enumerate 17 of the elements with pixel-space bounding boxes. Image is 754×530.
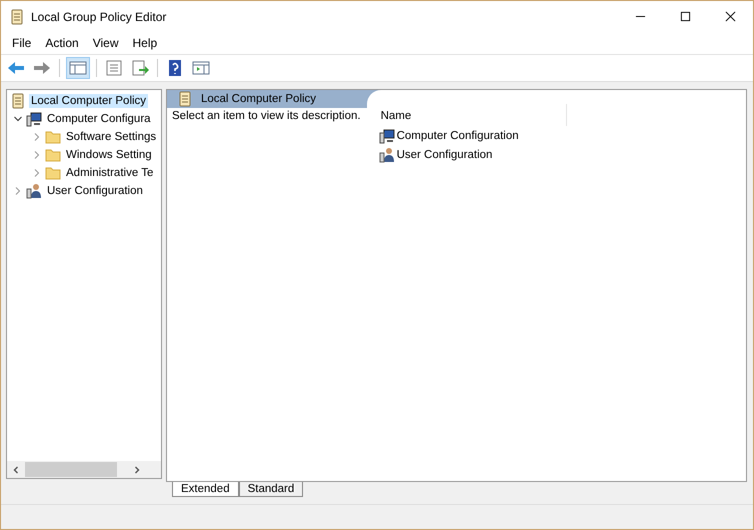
column-header[interactable]: Name <box>380 110 412 122</box>
list-item[interactable]: Computer Configuration <box>366 126 746 145</box>
menu-item[interactable]: Help <box>126 36 164 50</box>
menu-item[interactable]: View <box>86 36 126 50</box>
tree-item[interactable]: Software Settings <box>7 128 161 146</box>
tree-item[interactable]: User Configuration <box>7 182 161 200</box>
menu-item[interactable]: Action <box>38 36 86 50</box>
description-text: Select an item to view its description. <box>172 109 361 124</box>
view-tab[interactable]: Standard <box>238 482 304 497</box>
details-title: Local Computer Policy <box>201 93 316 105</box>
tree-item[interactable]: Windows Setting <box>7 146 161 164</box>
view-tab[interactable]: Extended <box>172 482 239 497</box>
menu-item[interactable]: File <box>5 36 38 50</box>
window-title: Local Group Policy Editor <box>31 10 166 24</box>
tree-item[interactable]: Computer Configura <box>7 110 161 128</box>
tree-item[interactable]: Administrative Te <box>7 164 161 182</box>
list-item[interactable]: User Configuration <box>366 145 746 164</box>
